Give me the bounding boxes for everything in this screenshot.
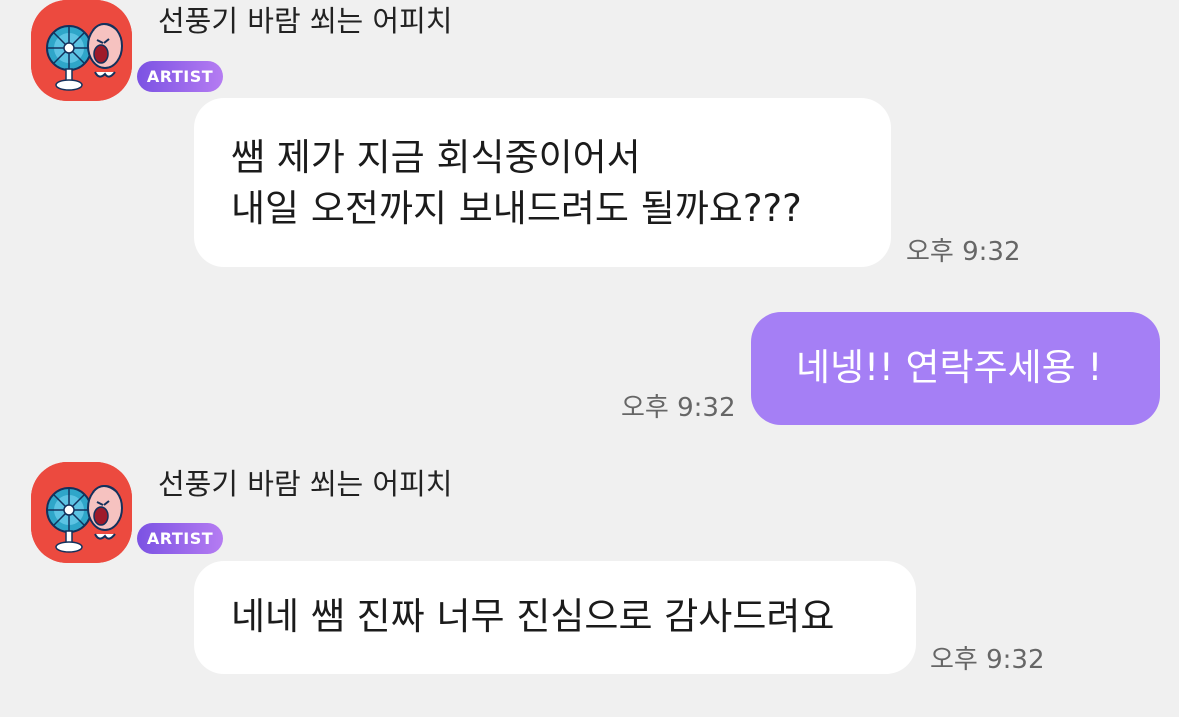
message-timestamp: 오후 9:32: [906, 237, 1021, 267]
message-bubble-outgoing[interactable]: 네넹!! 연락주세용 !: [751, 312, 1160, 425]
message-timestamp: 오후 9:32: [621, 393, 736, 423]
sender-name: 선풍기 바람 쐬는 어피치: [158, 4, 453, 38]
message-line: 네넹!! 연락주세용 !: [796, 346, 1103, 389]
sender-name: 선풍기 바람 쐬는 어피치: [158, 467, 453, 501]
message-bubble-incoming[interactable]: 쌤 제가 지금 회식중이어서 내일 오전까지 보내드려도 될까요???: [194, 98, 891, 267]
sender-avatar[interactable]: [31, 0, 132, 101]
apeach-fan-icon: [31, 0, 132, 101]
message-line: 네네 쌤 진짜 너무 진심으로 감사드려요: [231, 595, 835, 638]
message-line: 쌤 제가 지금 회식중이어서: [231, 136, 641, 179]
apeach-fan-icon: [31, 462, 132, 563]
message-line: 내일 오전까지 보내드려도 될까요???: [231, 187, 802, 230]
message-bubble-incoming[interactable]: 네네 쌤 진짜 너무 진심으로 감사드려요: [194, 561, 916, 674]
message-timestamp: 오후 9:32: [930, 645, 1045, 675]
artist-badge: ARTIST: [137, 61, 223, 92]
sender-avatar[interactable]: [31, 462, 132, 563]
artist-badge: ARTIST: [137, 523, 223, 554]
